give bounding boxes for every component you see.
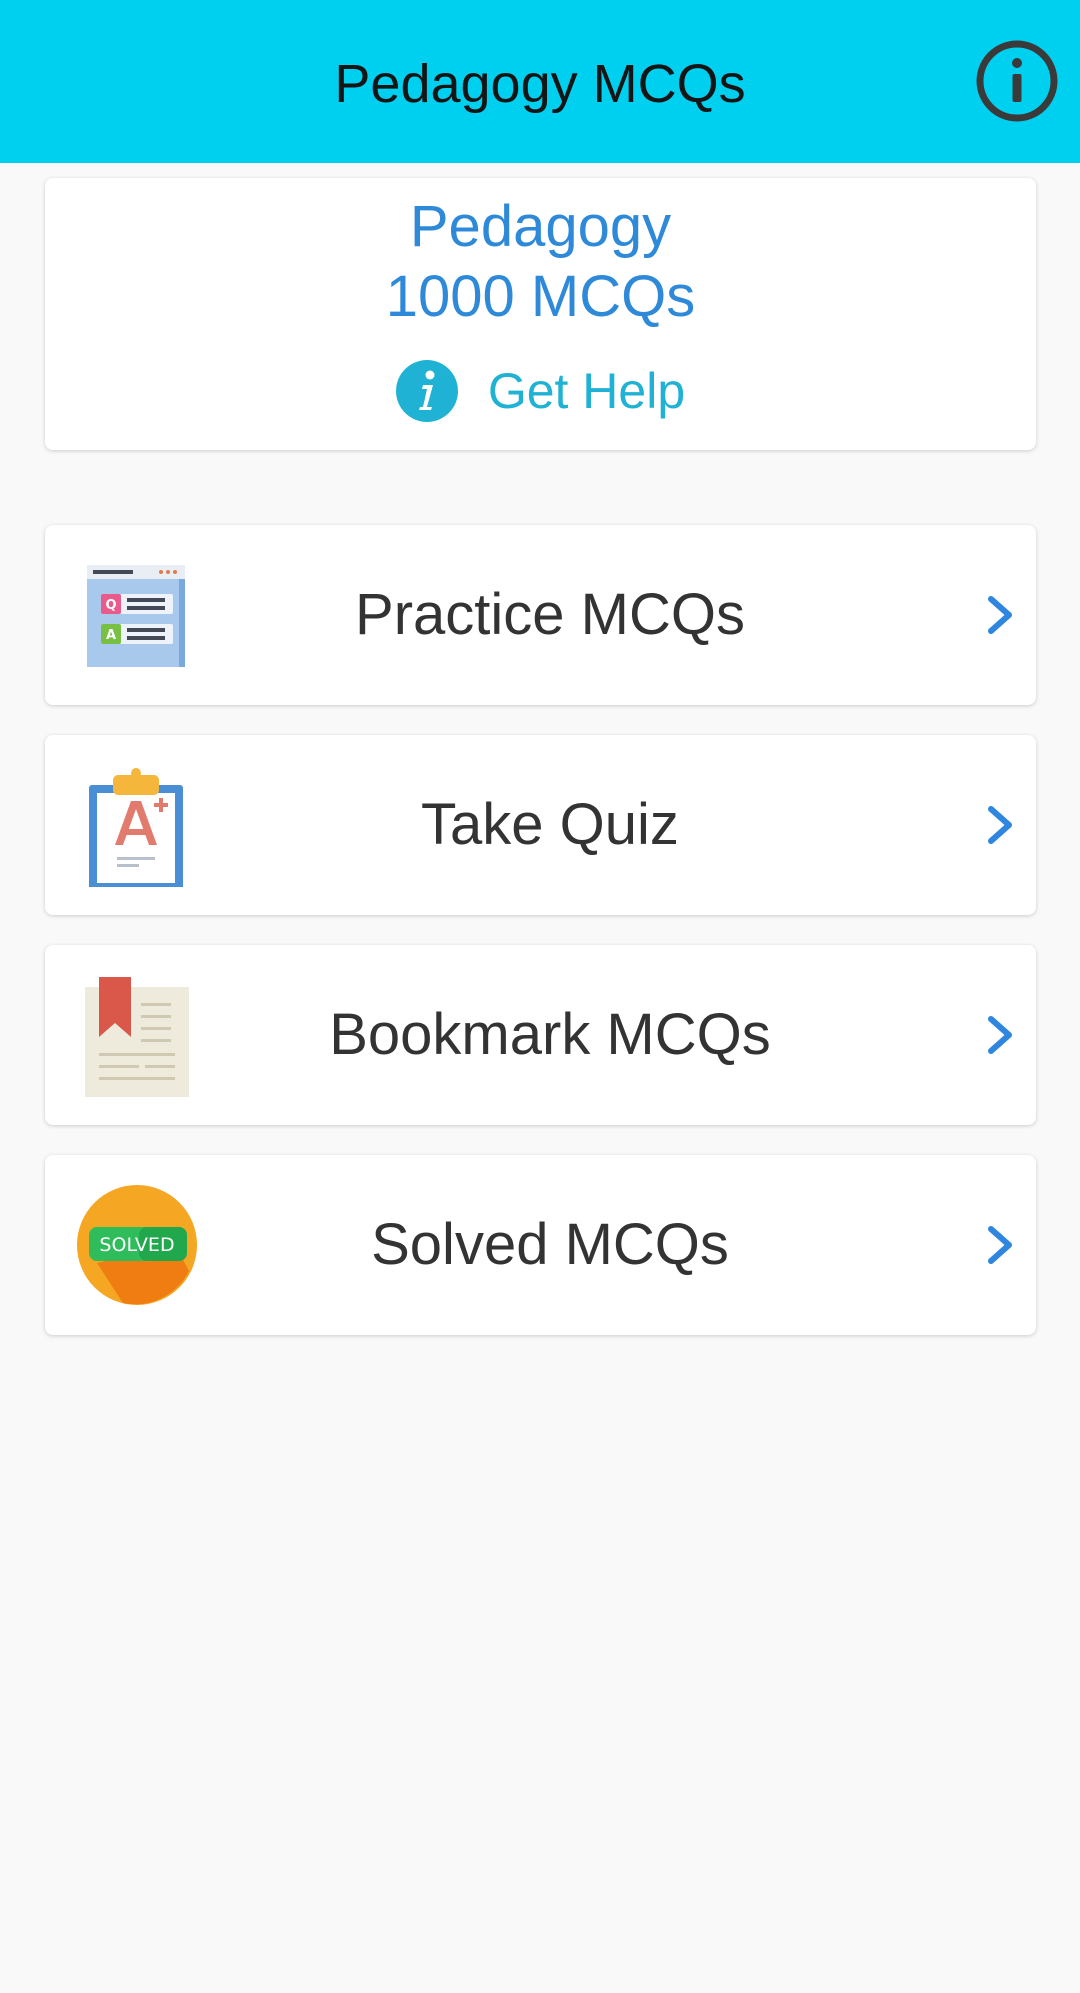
qa-list-icon: Q A	[75, 553, 199, 677]
clipboard-grade-icon	[75, 763, 199, 887]
get-help-label: Get Help	[487, 363, 686, 419]
get-help-button[interactable]: Get Help	[45, 358, 1036, 424]
header-title: Pedagogy 1000 MCQs	[45, 192, 1036, 332]
header-title-line2: 1000 MCQs	[385, 264, 696, 329]
take-quiz-label: Take Quiz	[421, 792, 679, 857]
svg-text:Q: Q	[105, 598, 116, 613]
chevron-right-icon	[983, 1013, 1017, 1057]
info-icon-button[interactable]	[974, 38, 1060, 124]
solved-badge-text: SOLVED	[99, 1234, 174, 1256]
bookmark-document-icon	[75, 973, 199, 1097]
app-bar: Pedagogy MCQs	[0, 0, 1080, 163]
svg-text:A: A	[106, 628, 116, 643]
solved-badge-icon: SOLVED	[75, 1183, 199, 1307]
practice-mcqs-item[interactable]: Q A Practice MCQs	[45, 525, 1036, 705]
header-title-line1: Pedagogy	[409, 194, 672, 259]
info-icon	[395, 360, 458, 422]
solved-mcqs-label: Solved MCQs	[371, 1212, 729, 1277]
bookmark-mcqs-label: Bookmark MCQs	[329, 1002, 771, 1067]
header-card: Pedagogy 1000 MCQs Get Help	[45, 178, 1036, 450]
bookmark-mcqs-item[interactable]: Bookmark MCQs	[45, 945, 1036, 1125]
chevron-right-icon	[983, 593, 1017, 637]
solved-mcqs-item[interactable]: SOLVED Solved MCQs	[45, 1155, 1036, 1335]
chevron-right-icon	[983, 1223, 1017, 1267]
chevron-right-icon	[983, 803, 1017, 847]
practice-mcqs-label: Practice MCQs	[355, 582, 745, 647]
info-circle-icon	[976, 40, 1058, 122]
app-title: Pedagogy MCQs	[334, 54, 746, 114]
take-quiz-item[interactable]: Take Quiz	[45, 735, 1036, 915]
